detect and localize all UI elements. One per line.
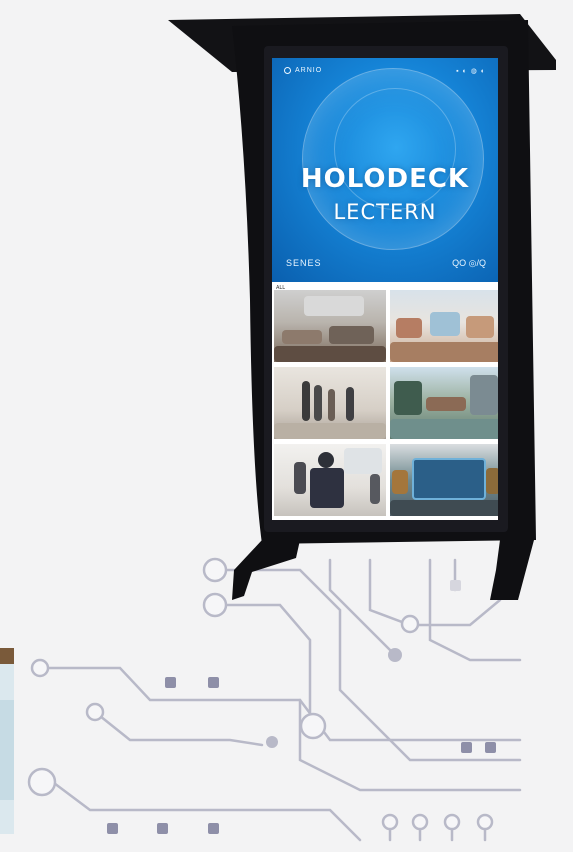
kiosk-screen[interactable]: ARNIO ▪ ◐ ◍ ◐ HOLODECK LECTERN SENES QO …: [272, 58, 498, 520]
hero-footer-right[interactable]: QO ◎/Q: [452, 258, 486, 269]
logo-text: ARNIO: [295, 67, 323, 74]
kiosk-illustration: ARNIO ▪ ◐ ◍ ◐ HOLODECK LECTERN SENES QO …: [0, 0, 573, 852]
photo-tile-group-standing[interactable]: [274, 367, 386, 439]
brand-logo[interactable]: ARNIO: [284, 67, 322, 74]
title-line-2: LECTERN: [333, 200, 437, 224]
photo-tile-classroom[interactable]: [274, 290, 386, 362]
status-indicators: ▪ ◐ ◍ ◐: [456, 68, 486, 75]
hero-banner: ARNIO ▪ ◐ ◍ ◐ HOLODECK LECTERN SENES QO …: [272, 58, 498, 282]
photo-tile-lab-desk[interactable]: [390, 290, 498, 362]
photo-tile-lecture[interactable]: [274, 444, 386, 516]
hero-footer-left[interactable]: SENES: [286, 258, 322, 268]
logo-ring-icon: [284, 67, 291, 74]
photo-tile-gallery-screen[interactable]: [390, 444, 498, 516]
photo-tile-city-park[interactable]: [390, 367, 498, 439]
title-line-1: HOLODECK: [300, 164, 470, 194]
